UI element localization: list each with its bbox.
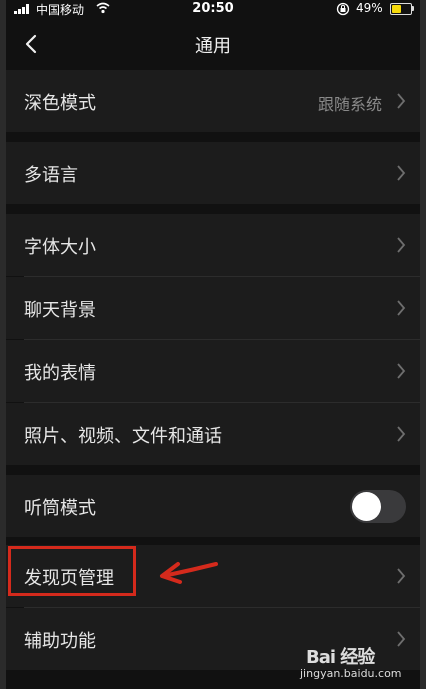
dark-mode-row[interactable]: 深色模式 跟随系统 xyxy=(6,70,420,132)
chat-background-label: 聊天背景 xyxy=(24,300,96,321)
chat-background-row[interactable]: 聊天背景 xyxy=(6,277,420,339)
chevron-right-icon xyxy=(397,568,406,584)
font-size-label: 字体大小 xyxy=(24,237,96,258)
battery-fill xyxy=(392,5,401,13)
media-files-label: 照片、视频、文件和通话 xyxy=(24,426,222,447)
language-label: 多语言 xyxy=(24,165,78,186)
page: 中国移动 20:50 49% 通用 深色模式 跟随系统 多语言 字体大小 聊天背… xyxy=(0,0,426,689)
earpiece-mode-row: 听筒模式 xyxy=(6,475,420,537)
annotation-highlight-box xyxy=(8,546,136,596)
baidu-jingyan-watermark: Bai 经验 jingyan.baidu.com xyxy=(300,643,406,683)
group-gap xyxy=(6,132,420,142)
toggle-knob xyxy=(352,492,381,521)
earpiece-mode-toggle[interactable] xyxy=(350,490,406,523)
chevron-right-icon xyxy=(397,363,406,379)
right-edge xyxy=(420,0,426,689)
rotation-lock-icon xyxy=(336,2,350,16)
chevron-right-icon xyxy=(397,300,406,316)
my-stickers-row[interactable]: 我的表情 xyxy=(6,340,420,402)
chevron-right-icon xyxy=(397,165,406,181)
watermark-url: jingyan.baidu.com xyxy=(300,667,402,680)
status-bar: 中国移动 20:50 49% xyxy=(6,0,420,18)
earpiece-mode-label: 听筒模式 xyxy=(24,498,96,519)
chevron-right-icon xyxy=(397,426,406,442)
language-row[interactable]: 多语言 xyxy=(6,142,420,204)
accessibility-label: 辅助功能 xyxy=(24,631,96,652)
battery-icon xyxy=(390,3,412,15)
my-stickers-label: 我的表情 xyxy=(24,363,96,384)
chevron-right-icon xyxy=(397,237,406,253)
phone-screen: 中国移动 20:50 49% 通用 深色模式 跟随系统 多语言 字体大小 聊天背… xyxy=(6,0,420,689)
chevron-right-icon xyxy=(397,93,406,109)
group-gap xyxy=(6,465,420,475)
battery-percent: 49% xyxy=(356,1,383,15)
battery-cap xyxy=(412,6,414,11)
annotation-arrow-icon xyxy=(160,562,218,584)
watermark-brand: Bai 经验 xyxy=(306,647,375,668)
dark-mode-label: 深色模式 xyxy=(24,93,96,114)
dark-mode-value: 跟随系统 xyxy=(317,95,382,114)
font-size-row[interactable]: 字体大小 xyxy=(6,214,420,276)
page-title: 通用 xyxy=(195,36,231,57)
media-files-row[interactable]: 照片、视频、文件和通话 xyxy=(6,403,420,465)
group-gap xyxy=(6,537,420,545)
group-gap xyxy=(6,204,420,214)
nav-bar: 通用 xyxy=(6,18,420,70)
